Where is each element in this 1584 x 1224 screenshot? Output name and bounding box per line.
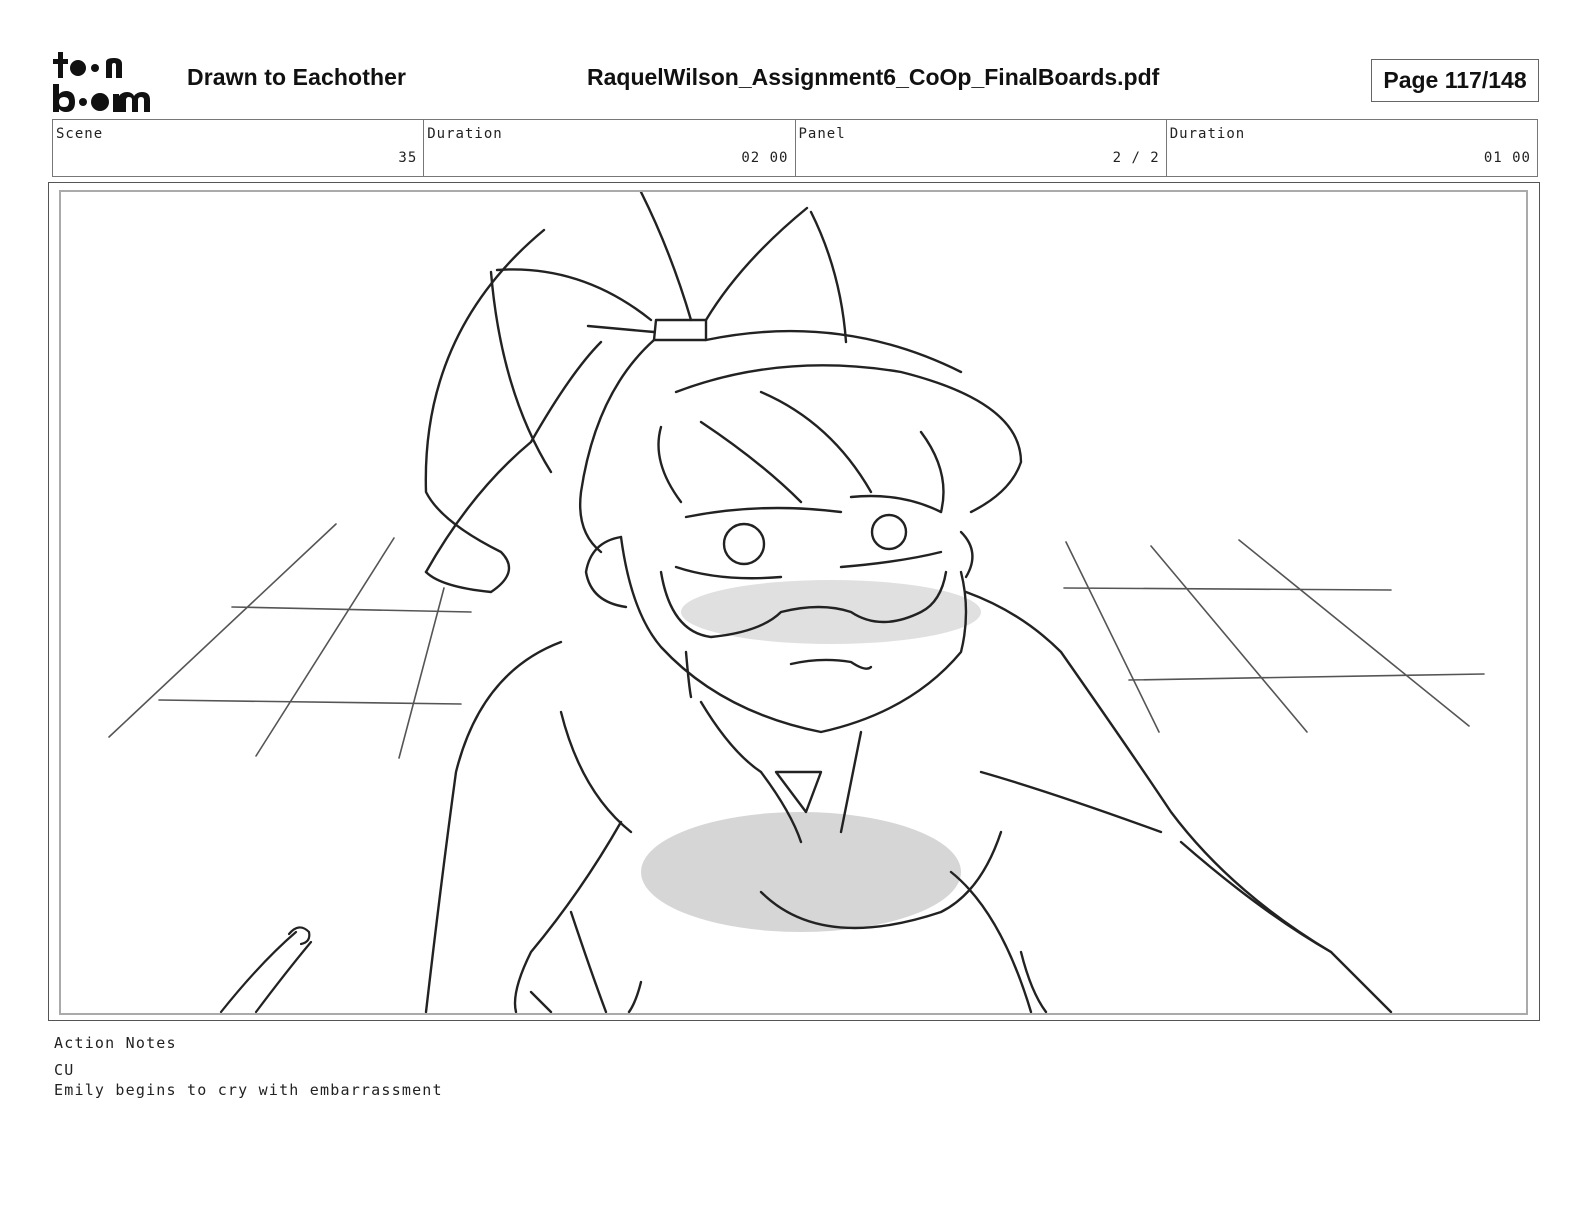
panel-duration-label: Duration <box>1169 126 1246 142</box>
panel-duration-value: 01 00 <box>1483 150 1531 166</box>
project-title: Drawn to Eachother <box>187 64 407 90</box>
scene-label: Scene <box>56 126 104 142</box>
action-notes-label: Action Notes <box>54 1034 177 1052</box>
scene-duration-cell: Duration 02 00 <box>424 120 796 176</box>
storyboard-panel-image <box>59 190 1528 1015</box>
panel-value: 2 / 2 <box>1112 150 1160 166</box>
action-note-shot: CU <box>54 1061 75 1079</box>
panel-label: Panel <box>798 126 846 142</box>
character-face <box>584 494 974 734</box>
scene-duration-value: 02 00 <box>741 150 789 166</box>
toon-boom-logo <box>53 52 150 112</box>
panel-cell: Panel 2 / 2 <box>796 120 1167 176</box>
scene-value: 35 <box>398 150 418 166</box>
scene-duration-label: Duration <box>427 126 503 142</box>
page-indicator: Page 117/148 <box>1371 59 1539 102</box>
scene-info-table: Scene 35 Duration 02 00 Panel 2 / 2 Dura… <box>52 119 1538 177</box>
panel-duration-cell: Duration 01 00 <box>1167 120 1537 176</box>
file-name: RaquelWilson_Assignment6_CoOp_FinalBoard… <box>587 64 1160 90</box>
character-body <box>424 590 1393 1013</box>
floor-grid-left <box>108 523 472 759</box>
floor-grid-right <box>1063 539 1485 733</box>
action-note-description: Emily begins to cry with embarrassment <box>54 1081 443 1099</box>
page-label: Page 117/148 <box>1383 67 1527 93</box>
scene-cell: Scene 35 <box>53 120 425 176</box>
pencil-drawing <box>219 926 313 1013</box>
character-hair <box>424 192 1023 594</box>
